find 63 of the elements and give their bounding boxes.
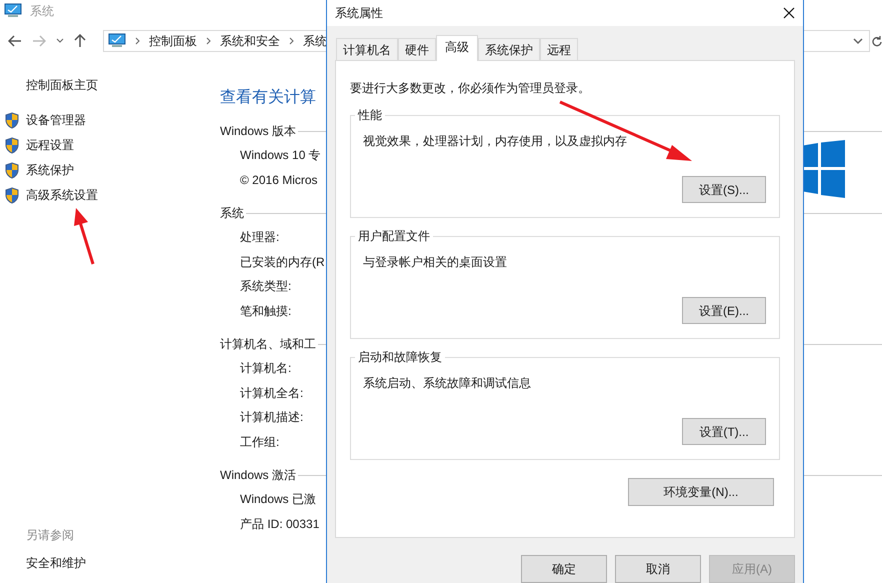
breadcrumb-separator-icon: [134, 37, 140, 45]
breadcrumb-item[interactable]: 系统和安全: [220, 32, 280, 50]
annotation-arrow: [74, 208, 94, 264]
info-label: 计算机全名:: [240, 384, 304, 402]
info-label: 系统类型:: [240, 278, 292, 296]
info-label: 处理器:: [240, 229, 280, 246]
refresh-icon[interactable]: [872, 35, 882, 47]
breadcrumb-separator-icon: [288, 37, 294, 45]
chevron-down-icon[interactable]: [853, 38, 864, 44]
breadcrumb-item[interactable]: 控制面板: [148, 32, 197, 50]
settings-button[interactable]: 设置(T)...: [682, 418, 766, 445]
task-link[interactable]: 远程设置: [26, 136, 74, 154]
group-description: 视觉效果，处理器计划，内存使用，以及虚拟内存: [363, 133, 628, 150]
info-label: Windows 已激: [240, 491, 316, 508]
chevron-down-icon[interactable]: [56, 38, 64, 44]
tab[interactable]: 远程: [540, 38, 578, 60]
group-title: 启动和故障恢复: [355, 349, 445, 365]
see-also-link[interactable]: 安全和维护: [0, 554, 220, 572]
info-label: 计算机描述:: [240, 409, 304, 426]
group-title: 用户配置文件: [355, 228, 433, 244]
info-label: 工作组:: [240, 434, 280, 451]
notice-text: 要进行大多数更改，你必须作为管理员登录。: [350, 80, 591, 97]
breadcrumb-item[interactable]: 系统: [302, 32, 327, 50]
settings-button[interactable]: 设置(S)...: [682, 176, 766, 203]
tab[interactable]: 硬件: [398, 38, 436, 60]
window-title: 系统: [30, 3, 54, 20]
monitor-icon: [108, 33, 126, 49]
monitor-icon: [4, 3, 22, 19]
shield-icon: [4, 186, 20, 204]
task-link[interactable]: 系统保护: [26, 161, 74, 179]
group-description: 系统启动、系统故障和调试信息: [363, 375, 532, 392]
see-also-heading: 另请参阅: [25, 527, 75, 544]
info-label: 计算机名:: [240, 360, 292, 378]
settings-button[interactable]: 设置(E)...: [682, 297, 766, 324]
breadcrumb-separator-icon: [206, 37, 211, 45]
section-heading: Windows 版本: [220, 123, 296, 140]
shield-icon: [4, 112, 20, 128]
back-arrow-icon[interactable]: [8, 35, 22, 47]
tab[interactable]: 计算机名: [336, 38, 398, 60]
section-heading: 系统: [220, 205, 244, 222]
task-link[interactable]: 高级系统设置: [26, 186, 98, 204]
shield-icon: [4, 162, 20, 178]
shield-icon: [4, 136, 20, 154]
dialog-button[interactable]: 确定: [521, 555, 607, 583]
dialog-title: 系统属性: [335, 5, 383, 22]
section-heading: 计算机名、域和工: [220, 336, 316, 353]
info-label: Windows 10 专: [240, 147, 321, 164]
dialog-button[interactable]: 取消: [615, 555, 701, 583]
close-icon[interactable]: [783, 7, 795, 19]
tab[interactable]: 高级: [436, 35, 478, 61]
info-label: 笔和触摸:: [240, 302, 292, 320]
page-heading: 查看有关计算: [220, 88, 316, 108]
group-description: 与登录帐户相关的桌面设置: [363, 254, 508, 271]
section-heading: Windows 激活: [220, 467, 296, 484]
environment-variables-button[interactable]: 环境变量(N)...: [628, 478, 774, 506]
info-label: 已安装的内存(R: [240, 254, 325, 271]
tab[interactable]: 系统保护: [478, 38, 540, 60]
info-label: 产品 ID: 00331: [240, 516, 320, 533]
up-arrow-icon[interactable]: [74, 34, 86, 48]
home-link[interactable]: 控制面板主页: [0, 76, 220, 94]
task-link[interactable]: 设备管理器: [26, 111, 86, 129]
info-label: © 2016 Micros: [240, 172, 318, 189]
group-title: 性能: [355, 107, 385, 123]
